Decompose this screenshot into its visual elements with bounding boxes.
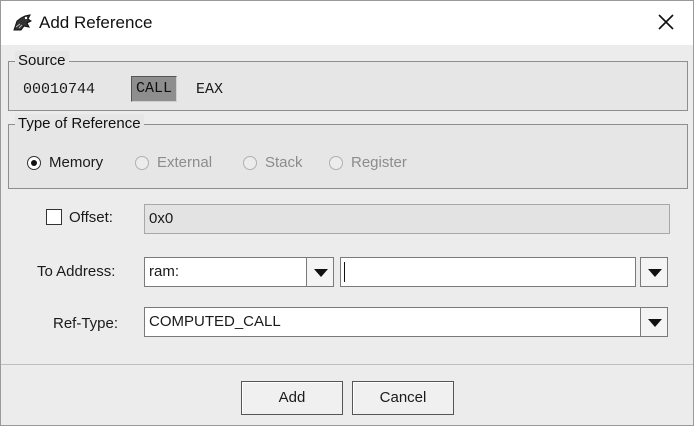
to-address-input[interactable] [340,257,636,287]
type-of-reference-group: Type of Reference Memory External Stack … [8,114,688,189]
source-group-label: Source [15,51,69,71]
source-address: 00010744 [23,81,96,98]
add-button[interactable]: Add [241,381,343,415]
close-icon[interactable] [655,11,677,33]
type-of-reference-label: Type of Reference [15,114,144,134]
radio-stack-label: Stack [265,154,303,171]
divider [1,364,693,365]
radio-icon [243,156,257,170]
address-space-dropdown-button[interactable] [306,257,334,287]
offset-label: Offset: [69,209,113,226]
add-reference-dialog: Add Reference Source 00010744 CALL EAX T… [0,0,694,426]
radio-selected-icon [27,156,41,170]
source-group: Source 00010744 CALL EAX [8,51,688,111]
radio-external-label: External [157,154,213,171]
title-bar: Add Reference [1,1,693,45]
offset-checkbox[interactable] [46,209,62,225]
radio-icon [135,156,149,170]
radio-register-label: Register [351,154,407,171]
offset-field[interactable]: 0x0 [144,204,670,234]
radio-icon [329,156,343,170]
source-mnemonic-button[interactable]: CALL [131,76,177,102]
source-operand[interactable]: EAX [196,81,223,98]
ref-type-dropdown-button[interactable] [640,307,668,337]
window-title: Add Reference [39,13,153,32]
dragon-app-icon [13,14,32,31]
to-address-dropdown-button[interactable] [640,257,668,287]
ref-type-select[interactable]: COMPUTED_CALL [144,307,642,337]
cancel-button[interactable]: Cancel [352,381,454,415]
to-address-label: To Address: [37,263,116,280]
ref-type-label: Ref-Type: [53,315,119,332]
radio-memory-label: Memory [49,154,104,171]
address-space-select[interactable]: ram: [144,257,307,287]
text-caret [344,262,345,282]
